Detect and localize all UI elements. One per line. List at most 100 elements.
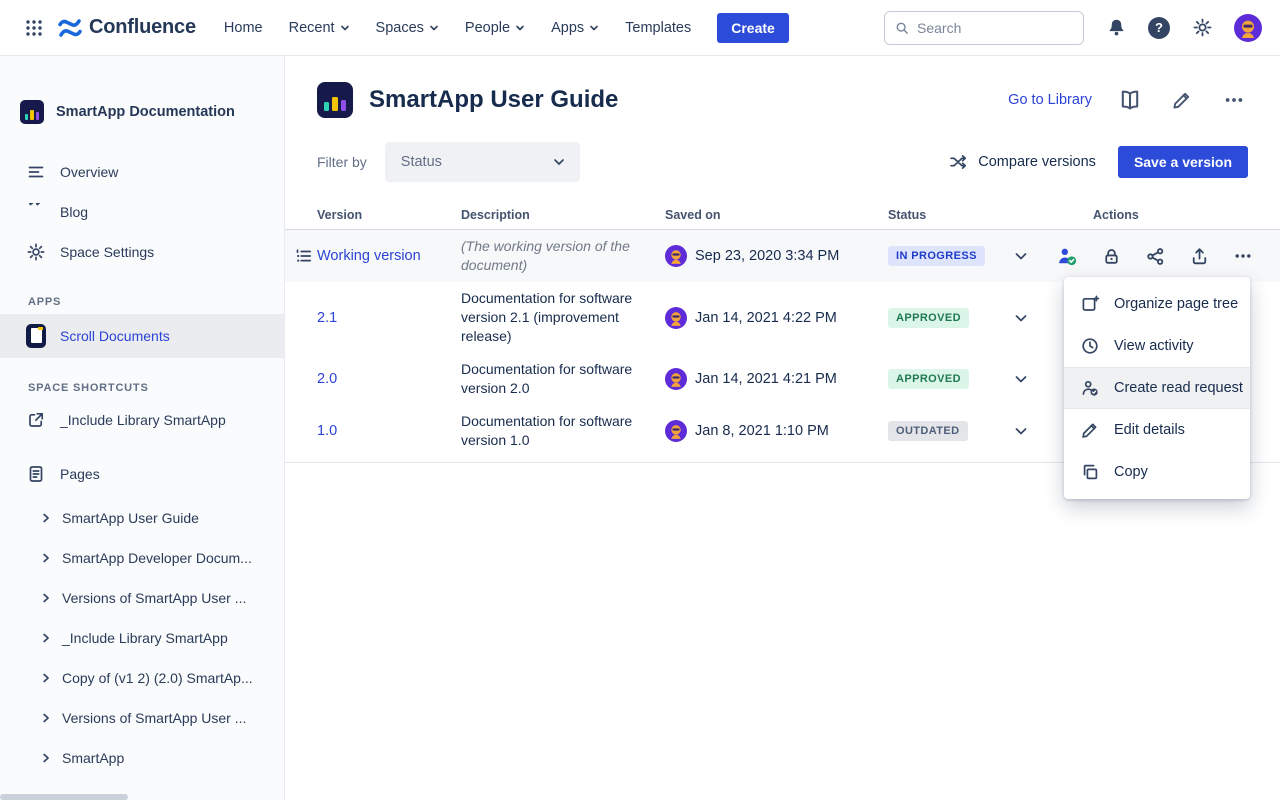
chevron-right-icon[interactable] [40,552,52,564]
create-button[interactable]: Create [717,13,789,43]
tree-item-versions-2[interactable]: Versions of SmartApp User ... [0,698,284,738]
library-book-icon[interactable] [1116,86,1144,114]
tree-item-versions-1[interactable]: Versions of SmartApp User ... [0,578,284,618]
version-description: Documentation for software version 1.0 [461,412,665,450]
confluence-logo[interactable]: Confluence [58,16,196,40]
menu-item-create-read-request[interactable]: Create read request [1064,367,1250,409]
chevron-right-icon[interactable] [40,632,52,644]
chevron-right-icon[interactable] [40,592,52,604]
search-input[interactable] [917,20,1073,36]
sidebar-item-blog[interactable]: ” Blog [0,192,284,232]
version-link[interactable]: 1.0 [317,423,337,439]
version-link[interactable]: Working version [317,248,421,264]
read-confirmation-icon[interactable] [1055,244,1079,268]
status-badge: IN PROGRESS [888,246,985,266]
saved-on-date: Jan 14, 2021 4:21 PM [695,371,837,387]
sidebar-item-pages[interactable]: Pages [0,454,284,494]
chevron-right-icon[interactable] [40,512,52,524]
status-badge: OUTDATED [888,421,968,441]
table-header-row: Version Description Saved on Status Acti… [285,204,1280,230]
organize-page-tree-icon [1080,294,1100,314]
export-icon[interactable] [1187,244,1211,268]
horizontal-scrollbar[interactable] [0,794,128,800]
expand-row-icon[interactable] [1001,423,1041,439]
confluence-logo-icon [58,16,82,40]
blog-quote-icon: ” [26,203,46,221]
saved-on-date: Jan 8, 2021 1:10 PM [695,423,829,439]
compare-icon [948,152,968,172]
version-link[interactable]: 2.1 [317,310,337,326]
app-switcher-icon[interactable] [18,12,50,44]
status-badge: APPROVED [888,308,969,328]
main-content: SmartApp User Guide Go to Library [285,56,1280,800]
compare-versions-button[interactable]: Compare versions [948,152,1096,172]
sidebar-shortcut-include-library[interactable]: _Include Library SmartApp [0,400,284,440]
settings-icon[interactable] [1190,16,1214,40]
version-link[interactable]: 2.0 [317,371,337,387]
sidebar-item-space-settings[interactable]: Space Settings [0,232,284,272]
page-tree: SmartApp User Guide SmartApp Developer D… [0,498,284,778]
chevron-right-icon[interactable] [40,712,52,724]
menu-item-view-activity[interactable]: View activity [1064,325,1250,367]
nav-spaces[interactable]: Spaces [366,14,449,42]
chevron-down-icon [515,23,525,33]
tree-item-smartapp-user-guide[interactable]: SmartApp User Guide [0,498,284,538]
share-icon[interactable] [1143,244,1167,268]
tree-item-copy-of[interactable]: Copy of (v1 2) (2.0) SmartAp... [0,658,284,698]
sidebar-item-overview[interactable]: Overview [0,152,284,192]
space-shortcuts-heading: SPACE SHORTCUTS [0,382,284,394]
avatar [665,368,687,390]
space-header[interactable]: SmartApp Documentation [0,100,284,124]
menu-item-edit-details[interactable]: Edit details [1064,409,1250,451]
saved-on-date: Jan 14, 2021 4:22 PM [695,310,837,326]
apps-heading: APPS [0,296,284,308]
chevron-down-icon [589,23,599,33]
table-row-working-version[interactable]: Working version (The working version of … [285,230,1280,282]
tree-item-smartapp-developer-doc[interactable]: SmartApp Developer Docum... [0,538,284,578]
expand-row-icon[interactable] [1001,248,1041,264]
space-avatar-icon [20,100,44,124]
tree-item-smartapp[interactable]: SmartApp [0,738,284,778]
chevron-down-icon [552,155,566,169]
col-version: Version [317,208,461,222]
expand-row-icon[interactable] [1001,310,1041,326]
nav-home[interactable]: Home [214,14,273,42]
nav-apps[interactable]: Apps [541,14,609,42]
chevron-right-icon[interactable] [40,672,52,684]
more-actions-icon[interactable] [1220,86,1248,114]
nav-people[interactable]: People [455,14,535,42]
sidebar-item-scroll-documents[interactable]: Scroll Documents [0,314,284,358]
notifications-icon[interactable] [1104,16,1128,40]
lock-icon[interactable] [1099,244,1123,268]
edit-icon[interactable] [1168,86,1196,114]
nav-recent[interactable]: Recent [279,14,360,42]
confluence-app: Confluence Home Recent Spaces People App… [0,0,1280,800]
user-avatar[interactable] [1234,14,1262,42]
search-icon [895,20,909,36]
pages-icon [26,464,46,484]
save-a-version-button[interactable]: Save a version [1118,146,1248,178]
chevron-right-icon[interactable] [40,752,52,764]
external-link-icon [26,410,46,430]
page-title: SmartApp User Guide [369,86,618,114]
avatar [665,307,687,329]
row-actions-menu: Organize page tree View activity [1064,277,1250,499]
row-more-actions-icon[interactable] [1231,244,1255,268]
menu-item-copy[interactable]: Copy [1064,451,1250,493]
help-icon[interactable]: ? [1148,17,1170,39]
search-box[interactable] [884,11,1084,45]
col-description: Description [461,208,665,222]
go-to-library-link[interactable]: Go to Library [1008,92,1092,108]
menu-item-organize-page-tree[interactable]: Organize page tree [1064,283,1250,325]
chevron-down-icon [340,23,350,33]
saved-on-date: Sep 23, 2020 3:34 PM [695,248,839,264]
status-filter-dropdown[interactable]: Status [385,142,580,182]
tree-item-include-library[interactable]: _Include Library SmartApp [0,618,284,658]
pencil-icon [1080,420,1100,440]
nav-templates[interactable]: Templates [615,14,701,42]
gear-icon [26,242,46,262]
filter-by-label: Filter by [317,154,367,170]
expand-row-icon[interactable] [1001,371,1041,387]
version-description: Documentation for software version 2.1 (… [461,289,665,346]
scroll-documents-icon [26,324,46,348]
